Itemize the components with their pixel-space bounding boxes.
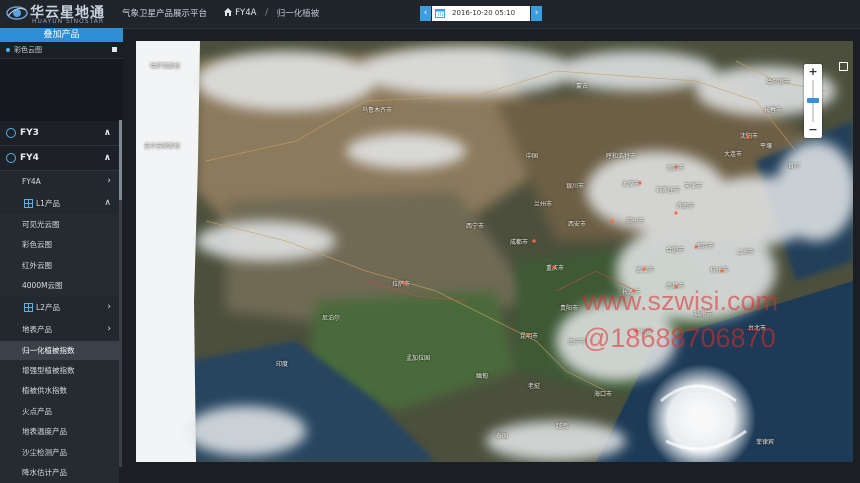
satellite-map[interactable]: 哈萨克斯坦 乌鲁木齐市 蒙古 吉尔吉斯斯坦 中国 西宁市 兰州市 银川市 呼和浩… — [136, 41, 853, 462]
breadcrumb-fy4a[interactable]: FY4A — [224, 8, 256, 19]
time-value: 2016-10-20 05:10 — [452, 9, 516, 17]
overlay-products-header: 叠加产品 — [0, 28, 123, 42]
grid-icon — [24, 199, 33, 208]
bullet-icon — [6, 48, 10, 52]
home-icon — [224, 8, 233, 17]
menu-item-dust[interactable]: 沙尘检测产品 — [0, 442, 119, 463]
globe-icon — [6, 153, 16, 163]
overlay-item[interactable]: 彩色云图 — [0, 42, 123, 59]
chevron-right-icon: › — [107, 301, 111, 312]
watermark-phone: @18688706870 — [583, 323, 776, 353]
menu-label: 增强型植被指数 — [22, 365, 75, 375]
menu-label: 4000M云图 — [22, 281, 63, 291]
menu-item-l1[interactable]: L1产品 ∧ — [0, 193, 119, 215]
sidebar: 叠加产品 彩色云图 FY3 ∧ FY4 ∧ FY4A › L1产品 ∧ 可见光云… — [0, 28, 123, 483]
remove-overlay-icon[interactable] — [112, 47, 117, 52]
menu-item-lst[interactable]: 地表温度产品 — [0, 422, 119, 443]
menu-item-vswi[interactable]: 植被供水指数 — [0, 381, 119, 402]
grid-icon — [24, 302, 33, 312]
menu-label: FY3 — [20, 128, 39, 138]
zoom-in-button[interactable]: + — [804, 65, 822, 79]
prev-time-button[interactable]: ‹ — [420, 6, 431, 21]
menu-label: 红外云图 — [22, 260, 52, 270]
menu-item-fy4a[interactable]: FY4A › — [0, 171, 119, 193]
chevron-right-icon: › — [107, 323, 111, 334]
scrollbar-thumb[interactable] — [119, 120, 122, 200]
menu-label: 可见光云图 — [22, 220, 60, 229]
menu-item-fire[interactable]: 火点产品 — [0, 401, 119, 423]
menu-label: 火点产品 — [22, 406, 52, 416]
menu-label: L2产品 — [36, 302, 60, 312]
menu-label: FY4A — [22, 177, 41, 186]
breadcrumb-separator: / — [265, 8, 269, 18]
menu-label: 地表产品 — [22, 324, 52, 334]
breadcrumb-platform[interactable]: 气象卫星产品展示平台 — [122, 7, 207, 19]
menu-label: 地表温度产品 — [22, 427, 67, 437]
logo-icon — [6, 6, 28, 20]
fullscreen-icon[interactable] — [839, 62, 848, 71]
product-menu: FY3 ∧ FY4 ∧ FY4A › L1产品 ∧ 可见光云图 彩色云图 红外云… — [0, 121, 119, 483]
logo-subtitle: HUAYUN SINOSTAR — [32, 18, 105, 25]
menu-item-visible-cloud[interactable]: 可见光云图 — [0, 215, 119, 236]
watermark-url: www.szwisi.com — [583, 286, 779, 316]
menu-label: 植被供水指数 — [22, 386, 67, 396]
top-bar: 华云星地通 HUAYUN SINOSTAR 气象卫星产品展示平台 FY4A / … — [0, 0, 860, 29]
globe-icon — [6, 128, 16, 138]
chevron-right-icon: › — [107, 176, 111, 186]
overlay-empty-area — [0, 59, 123, 121]
menu-label: 降水估计产品 — [22, 467, 67, 477]
menu-group-fy4[interactable]: FY4 ∧ — [0, 146, 119, 171]
menu-item-ndvi[interactable]: 归一化植被指数 — [0, 340, 119, 361]
chevron-up-icon: ∧ — [103, 128, 111, 138]
watermark: www.szwisi.com @18688706870 — [583, 283, 778, 357]
time-input[interactable]: 2016-10-20 05:10 — [432, 6, 530, 21]
logo[interactable]: 华云星地通 HUAYUN SINOSTAR — [6, 2, 106, 26]
breadcrumb-current: 归一化植被 — [276, 9, 320, 19]
breadcrumb: 气象卫星产品展示平台 FY4A / 归一化植被 — [122, 7, 319, 19]
menu-item-surface[interactable]: 地表产品 › — [0, 318, 119, 341]
menu-item-evi[interactable]: 增强型植被指数 — [0, 360, 119, 382]
breadcrumb-fy4a-label: FY4A — [235, 7, 257, 18]
zoom-control: + − — [804, 64, 822, 138]
menu-label: 沙尘检测产品 — [22, 447, 67, 457]
menu-item-ir-cloud[interactable]: 红外云图 — [0, 255, 119, 277]
menu-label: L1产品 — [36, 199, 60, 208]
sidebar-scrollbar[interactable] — [119, 120, 122, 467]
menu-item-4000m-cloud[interactable]: 4000M云图 — [0, 276, 119, 297]
time-selector: ‹ 2016-10-20 05:10 › — [420, 6, 542, 21]
menu-label: 归一化植被指数 — [22, 345, 75, 355]
chevron-up-icon: ∧ — [103, 153, 111, 163]
menu-item-precip[interactable]: 降水估计产品 — [0, 462, 119, 483]
chevron-up-icon: ∧ — [104, 198, 111, 208]
zoom-slider-handle[interactable] — [807, 98, 819, 103]
menu-group-fy3[interactable]: FY3 ∧ — [0, 121, 119, 146]
menu-label: FY4 — [20, 153, 39, 163]
overlay-item-label: 彩色云图 — [14, 46, 42, 54]
next-time-button[interactable]: › — [531, 6, 542, 21]
calendar-icon — [435, 9, 445, 18]
menu-item-color-cloud[interactable]: 彩色云图 — [0, 235, 119, 256]
city-markers — [402, 135, 750, 337]
menu-item-l2[interactable]: L2产品 › — [0, 296, 119, 319]
zoom-out-button[interactable]: − — [804, 123, 822, 137]
menu-label: 彩色云图 — [22, 240, 52, 250]
